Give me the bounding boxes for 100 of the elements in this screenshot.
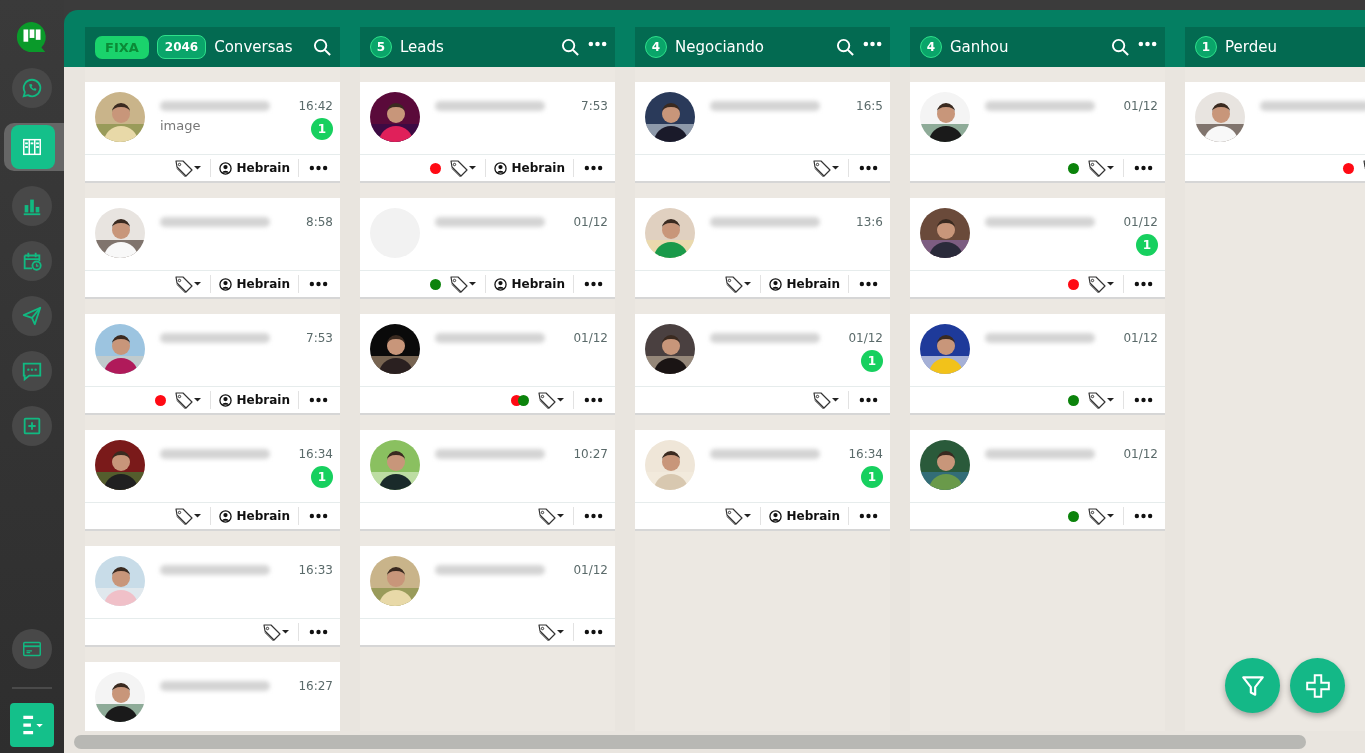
- contact-card[interactable]: 16:27: [85, 662, 340, 731]
- user-icon: [493, 161, 507, 175]
- agent-name: Hebrain: [236, 393, 290, 407]
- sidebar-item[interactable]: [12, 629, 52, 669]
- message-time: 10:27: [573, 447, 608, 461]
- tag-dropdown-icon[interactable]: [1087, 391, 1115, 409]
- tag-dropdown-icon[interactable]: [173, 391, 202, 409]
- more-icon[interactable]: [309, 397, 328, 403]
- contact-card[interactable]: 01/12: [910, 314, 1165, 415]
- contact-card[interactable]: 13:6 Hebrain: [635, 198, 890, 299]
- contact-card[interactable]: 10:27: [360, 430, 615, 531]
- more-icon[interactable]: [1134, 513, 1153, 519]
- plus-icon: [1304, 672, 1331, 699]
- sidebar-item[interactable]: [12, 68, 52, 108]
- more-icon[interactable]: [859, 397, 878, 403]
- tag-dropdown-icon[interactable]: [1087, 159, 1115, 177]
- more-icon[interactable]: [309, 629, 328, 635]
- tag-dropdown-icon[interactable]: [173, 159, 202, 177]
- more-icon[interactable]: [1134, 397, 1153, 403]
- scrollbar-thumb[interactable]: [74, 735, 1306, 749]
- search-icon[interactable]: [561, 37, 580, 57]
- message-time: 01/12: [848, 331, 883, 345]
- tag-dropdown-icon[interactable]: [262, 623, 290, 641]
- contact-card[interactable]: 16:33: [85, 546, 340, 647]
- column-title: Negociando: [675, 38, 764, 56]
- tag-dropdown-icon[interactable]: [1087, 275, 1115, 293]
- agent-name: Hebrain: [236, 277, 290, 291]
- agent-name: Hebrain: [236, 509, 290, 523]
- more-icon[interactable]: [1134, 281, 1153, 287]
- contact-card[interactable]: 8:58 Hebrain: [85, 198, 340, 299]
- contact-card[interactable]: 7:53 Hebrain: [360, 82, 615, 183]
- tag-dropdown-icon[interactable]: [1087, 507, 1115, 525]
- search-icon[interactable]: [313, 37, 332, 57]
- pinned-tag: FIXA: [95, 35, 149, 59]
- more-icon[interactable]: [584, 165, 603, 171]
- message-time: 16:33: [298, 563, 333, 577]
- tag-dropdown-icon[interactable]: [537, 623, 565, 641]
- contact-card[interactable]: 7:53 Hebrain: [85, 314, 340, 415]
- column-title: Conversas: [214, 38, 293, 56]
- tag-dropdown-icon[interactable]: [537, 391, 565, 409]
- contact-card[interactable]: 01/12: [360, 314, 615, 415]
- count-badge: 2046: [156, 35, 207, 59]
- sidebar-item[interactable]: [4, 123, 64, 171]
- search-icon[interactable]: [1111, 37, 1130, 57]
- tag-dropdown-icon[interactable]: [812, 391, 840, 409]
- more-icon[interactable]: [309, 281, 328, 287]
- contact-card[interactable]: 01/12: [360, 546, 615, 647]
- user-icon: [218, 509, 232, 523]
- unread-badge: 1: [1136, 234, 1158, 256]
- sidebar-item[interactable]: [12, 351, 52, 391]
- message-time: 7:53: [581, 99, 608, 113]
- column-title: Leads: [400, 38, 444, 56]
- more-icon[interactable]: [859, 165, 878, 171]
- contact-card[interactable]: 16:5: [635, 82, 890, 183]
- sidebar-item[interactable]: [12, 186, 52, 226]
- sidebar-item[interactable]: [12, 241, 52, 281]
- tag-dropdown-icon[interactable]: [173, 275, 202, 293]
- more-icon[interactable]: [584, 629, 603, 635]
- tag-dropdown-icon[interactable]: [723, 275, 752, 293]
- contact-card[interactable]: 01/12 Hebrain: [360, 198, 615, 299]
- contact-card[interactable]: 16:34 1 Hebrain: [85, 430, 340, 531]
- contact-card[interactable]: [1185, 82, 1365, 183]
- more-icon[interactable]: [588, 41, 607, 47]
- contact-card[interactable]: 01/12: [910, 82, 1165, 183]
- more-icon[interactable]: [309, 513, 328, 519]
- agent-name: Hebrain: [511, 277, 565, 291]
- user-icon: [493, 277, 507, 291]
- tag-dropdown-icon[interactable]: [537, 507, 565, 525]
- message-time: 01/12: [573, 563, 608, 577]
- tag-dropdown-icon[interactable]: [812, 159, 840, 177]
- column-title: Ganhou: [950, 38, 1009, 56]
- message-time: 8:58: [306, 215, 333, 229]
- user-icon: [218, 161, 232, 175]
- tag-dropdown-icon[interactable]: [173, 507, 202, 525]
- more-icon[interactable]: [584, 281, 603, 287]
- tag-dropdown-icon[interactable]: [448, 159, 477, 177]
- contact-card[interactable]: 01/12 1: [910, 198, 1165, 299]
- message-time: 01/12: [1123, 215, 1158, 229]
- chat-icon: [21, 360, 43, 382]
- more-icon[interactable]: [584, 397, 603, 403]
- more-icon[interactable]: [309, 165, 328, 171]
- unread-badge: 1: [311, 466, 333, 488]
- contact-card[interactable]: 01/12: [910, 430, 1165, 531]
- more-icon[interactable]: [584, 513, 603, 519]
- contact-card[interactable]: 16:34 1 Hebrain: [635, 430, 890, 531]
- more-icon[interactable]: [859, 281, 878, 287]
- user-icon: [218, 393, 232, 407]
- message-preview: image: [160, 118, 202, 133]
- sidebar-item[interactable]: [12, 406, 52, 446]
- contact-card[interactable]: image 16:42 1 Hebrain: [85, 82, 340, 183]
- tag-dropdown-icon[interactable]: [448, 275, 477, 293]
- search-icon[interactable]: [836, 37, 855, 57]
- contact-card[interactable]: 01/12 1: [635, 314, 890, 415]
- more-icon[interactable]: [863, 41, 882, 47]
- sidebar-item[interactable]: [12, 296, 52, 336]
- tag-dropdown-icon[interactable]: [723, 507, 752, 525]
- more-icon[interactable]: [1134, 165, 1153, 171]
- more-icon[interactable]: [1138, 41, 1157, 47]
- more-icon[interactable]: [859, 513, 878, 519]
- unread-badge: 1: [311, 118, 333, 140]
